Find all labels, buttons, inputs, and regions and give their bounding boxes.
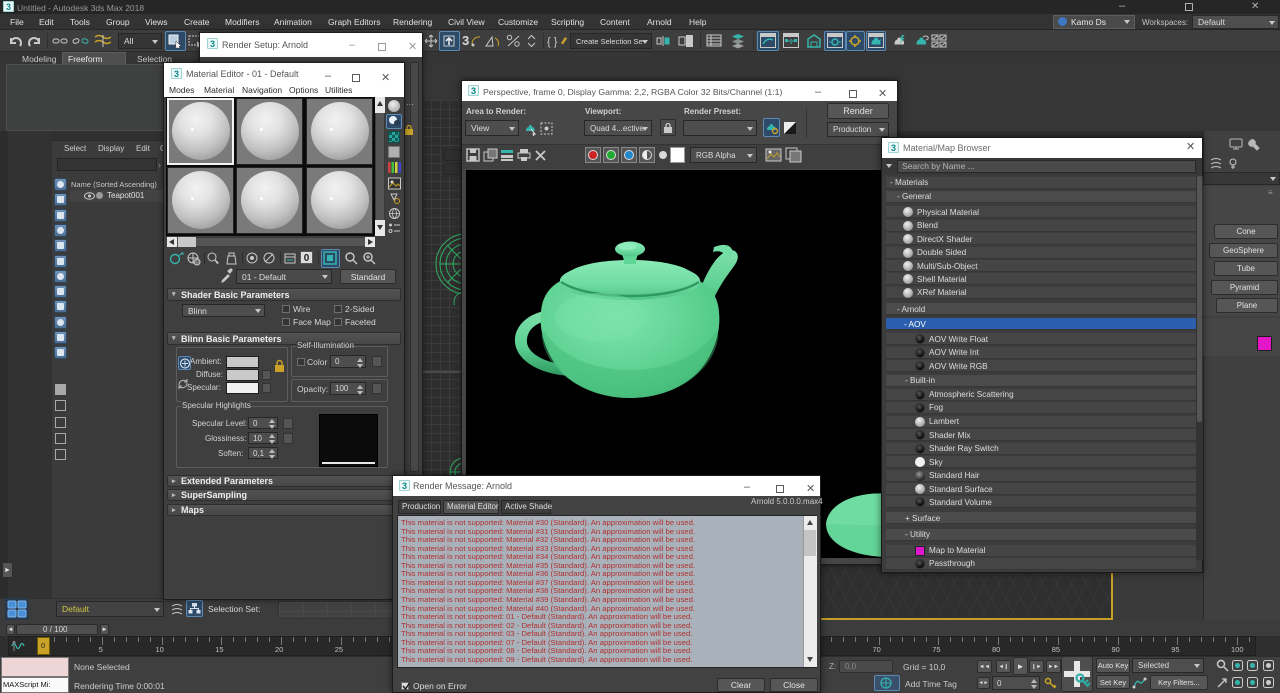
svg-text:{ }: { } xyxy=(547,36,558,48)
